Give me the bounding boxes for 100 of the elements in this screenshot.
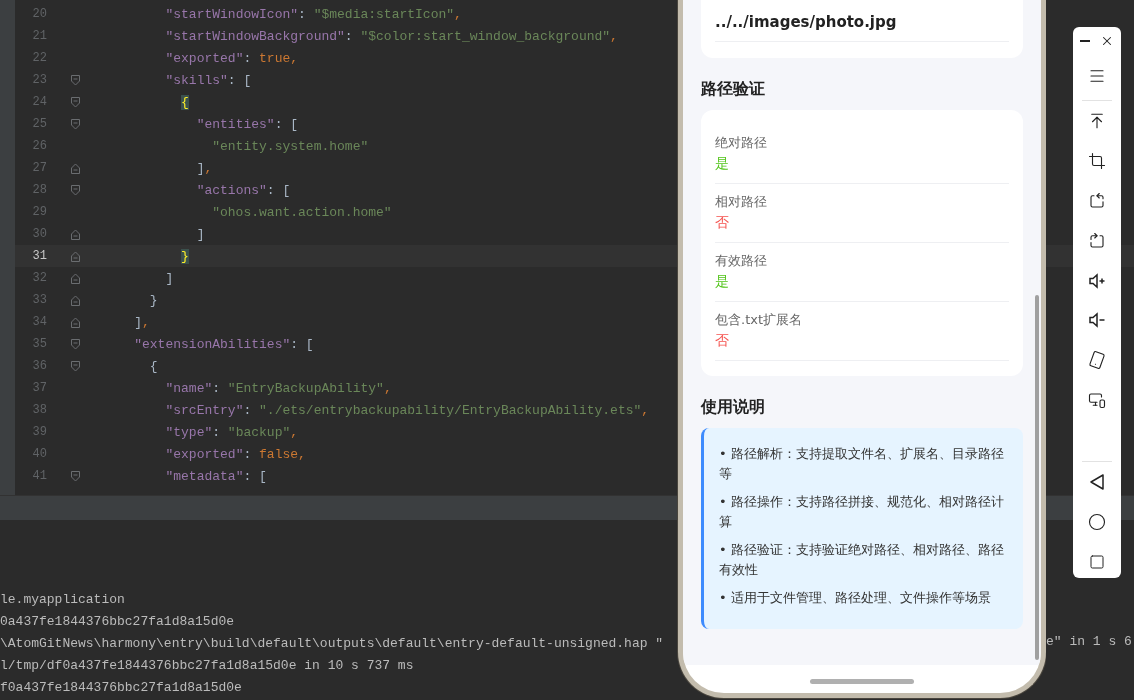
line-number: 21	[31, 29, 47, 43]
section-title: 路径验证	[701, 78, 766, 100]
minimize-button[interactable]	[1080, 39, 1090, 42]
line-number: 32	[31, 271, 47, 285]
code-token: :	[344, 28, 354, 44]
line-number: 26	[31, 139, 47, 153]
line-number: 38	[31, 403, 47, 417]
code-token: ,	[290, 424, 299, 440]
code-token: "ohos.want.action.home"	[212, 204, 392, 220]
code-token: "$media:startIcon"	[313, 6, 455, 22]
code-token: {	[181, 94, 189, 110]
code-token: "srcEntry"	[165, 402, 244, 418]
fold-marker-icon[interactable]	[71, 294, 80, 306]
line-number: 39	[31, 425, 47, 439]
fold-marker-icon[interactable]	[71, 96, 80, 108]
code-token: ,	[610, 28, 618, 44]
code-token: "exported"	[165, 50, 244, 66]
code-token: :	[212, 380, 222, 396]
fold-marker-icon[interactable]	[71, 228, 80, 240]
code-token: : [	[227, 72, 252, 88]
row-value: 否	[715, 213, 730, 232]
fold-marker-icon[interactable]	[71, 470, 80, 482]
code-token: : [	[290, 336, 314, 352]
code-token: "startWindowBackground"	[165, 28, 345, 44]
path-value: ../../images/photo.jpg	[715, 12, 1009, 42]
code-token: {	[149, 358, 158, 374]
fold-marker-icon[interactable]	[71, 162, 80, 174]
crop-icon	[1088, 151, 1106, 170]
code-token: "./ets/entrybackupability/EntryBackupAbility.ets"	[259, 402, 642, 418]
line-number: 25	[31, 117, 47, 131]
line-number: 35	[31, 337, 47, 351]
devices-icon	[1088, 391, 1106, 410]
code-token: ]	[196, 160, 205, 176]
section-title: 使用说明	[701, 396, 766, 418]
code-token: ,	[454, 6, 462, 22]
code-token: "type"	[165, 424, 213, 440]
code-token: ]	[196, 226, 205, 242]
console-line: f0a437fe1844376bbc27fa1d8a15d0e	[0, 679, 243, 697]
back-icon	[1088, 473, 1106, 492]
fold-marker-icon[interactable]	[71, 338, 80, 350]
rotate-right-icon	[1088, 231, 1106, 250]
line-number: 28	[31, 183, 47, 197]
fold-marker-icon[interactable]	[71, 74, 80, 86]
code-token: :	[298, 6, 307, 22]
scrollbar[interactable]	[1035, 295, 1039, 660]
line-number: 20	[31, 7, 47, 21]
code-token: "name"	[165, 380, 213, 396]
code-token: :	[243, 50, 253, 66]
code-token: ,	[204, 160, 213, 176]
fold-marker-icon[interactable]	[71, 118, 80, 130]
code-token: ,	[641, 402, 650, 418]
line-number: 41	[31, 469, 47, 483]
line-number: 23	[31, 73, 47, 87]
code-token: : [	[243, 468, 267, 484]
code-token: true	[259, 50, 291, 66]
code-token: ,	[142, 314, 150, 330]
line-number: 33	[31, 293, 47, 307]
row-label: 绝对路径	[715, 134, 768, 152]
console-line: 0a437fe1844376bbc27fa1d8a15d0e	[0, 613, 236, 631]
console-line: e" in 1 s 6	[1046, 634, 1132, 649]
line-number: 24	[31, 95, 47, 109]
code-token: "$color:start_window_background"	[360, 28, 611, 44]
minimize-icon	[1080, 39, 1090, 42]
fold-marker-icon[interactable]	[71, 184, 80, 196]
fold-marker-icon[interactable]	[71, 316, 80, 328]
info-item: • 路径操作：支持路径拼接、规范化、相对路径计算	[719, 493, 1005, 531]
line-number: 34	[31, 315, 47, 329]
fold-marker-icon[interactable]	[71, 272, 80, 284]
console-line: l/tmp/df0a437fe1844376bbc27fa1d8a15d0e in 10 s 737 ms	[0, 657, 415, 675]
rotate-left-icon	[1088, 191, 1106, 210]
arrow-to-top-icon	[1088, 111, 1106, 130]
info-item: • 路径验证：支持验证绝对路径、相对路径、路径有效性	[719, 541, 1005, 579]
line-number: 31	[31, 249, 47, 263]
code-token: : [	[266, 182, 291, 198]
line-number: 22	[31, 51, 47, 65]
console-line: \AtomGitNews\harmony\entry\build\default\outputs\default\entry-default-unsigned.hap "	[0, 635, 665, 653]
code-token: ]	[165, 270, 174, 286]
code-token: "backup"	[227, 424, 291, 440]
code-token: "extensionAbilities"	[134, 336, 291, 352]
recents-icon	[1089, 554, 1105, 571]
code-editor[interactable]	[0, 0, 678, 495]
row-label: 相对路径	[715, 193, 768, 211]
fold-marker-icon[interactable]	[71, 360, 80, 372]
code-token: ,	[290, 50, 299, 66]
code-token: "startWindowIcon"	[165, 6, 299, 22]
code-token: ]	[134, 314, 143, 330]
code-token: "exported"	[165, 446, 244, 462]
line-number: 36	[31, 359, 47, 373]
fold-marker-icon[interactable]	[71, 250, 80, 262]
code-token: false	[259, 446, 299, 462]
row-value: 是	[715, 272, 730, 291]
code-token: "metadata"	[165, 468, 244, 484]
console-line: le.myapplication	[0, 591, 126, 609]
row-label: 包含.txt扩展名	[715, 311, 804, 329]
code-token: "entities"	[196, 116, 275, 132]
line-number: 37	[31, 381, 47, 395]
info-item: • 路径解析：支持提取文件名、扩展名、目录路径等	[719, 445, 1005, 483]
code-token: }	[181, 248, 189, 264]
code-token: }	[149, 292, 158, 308]
line-number: 30	[31, 227, 47, 241]
